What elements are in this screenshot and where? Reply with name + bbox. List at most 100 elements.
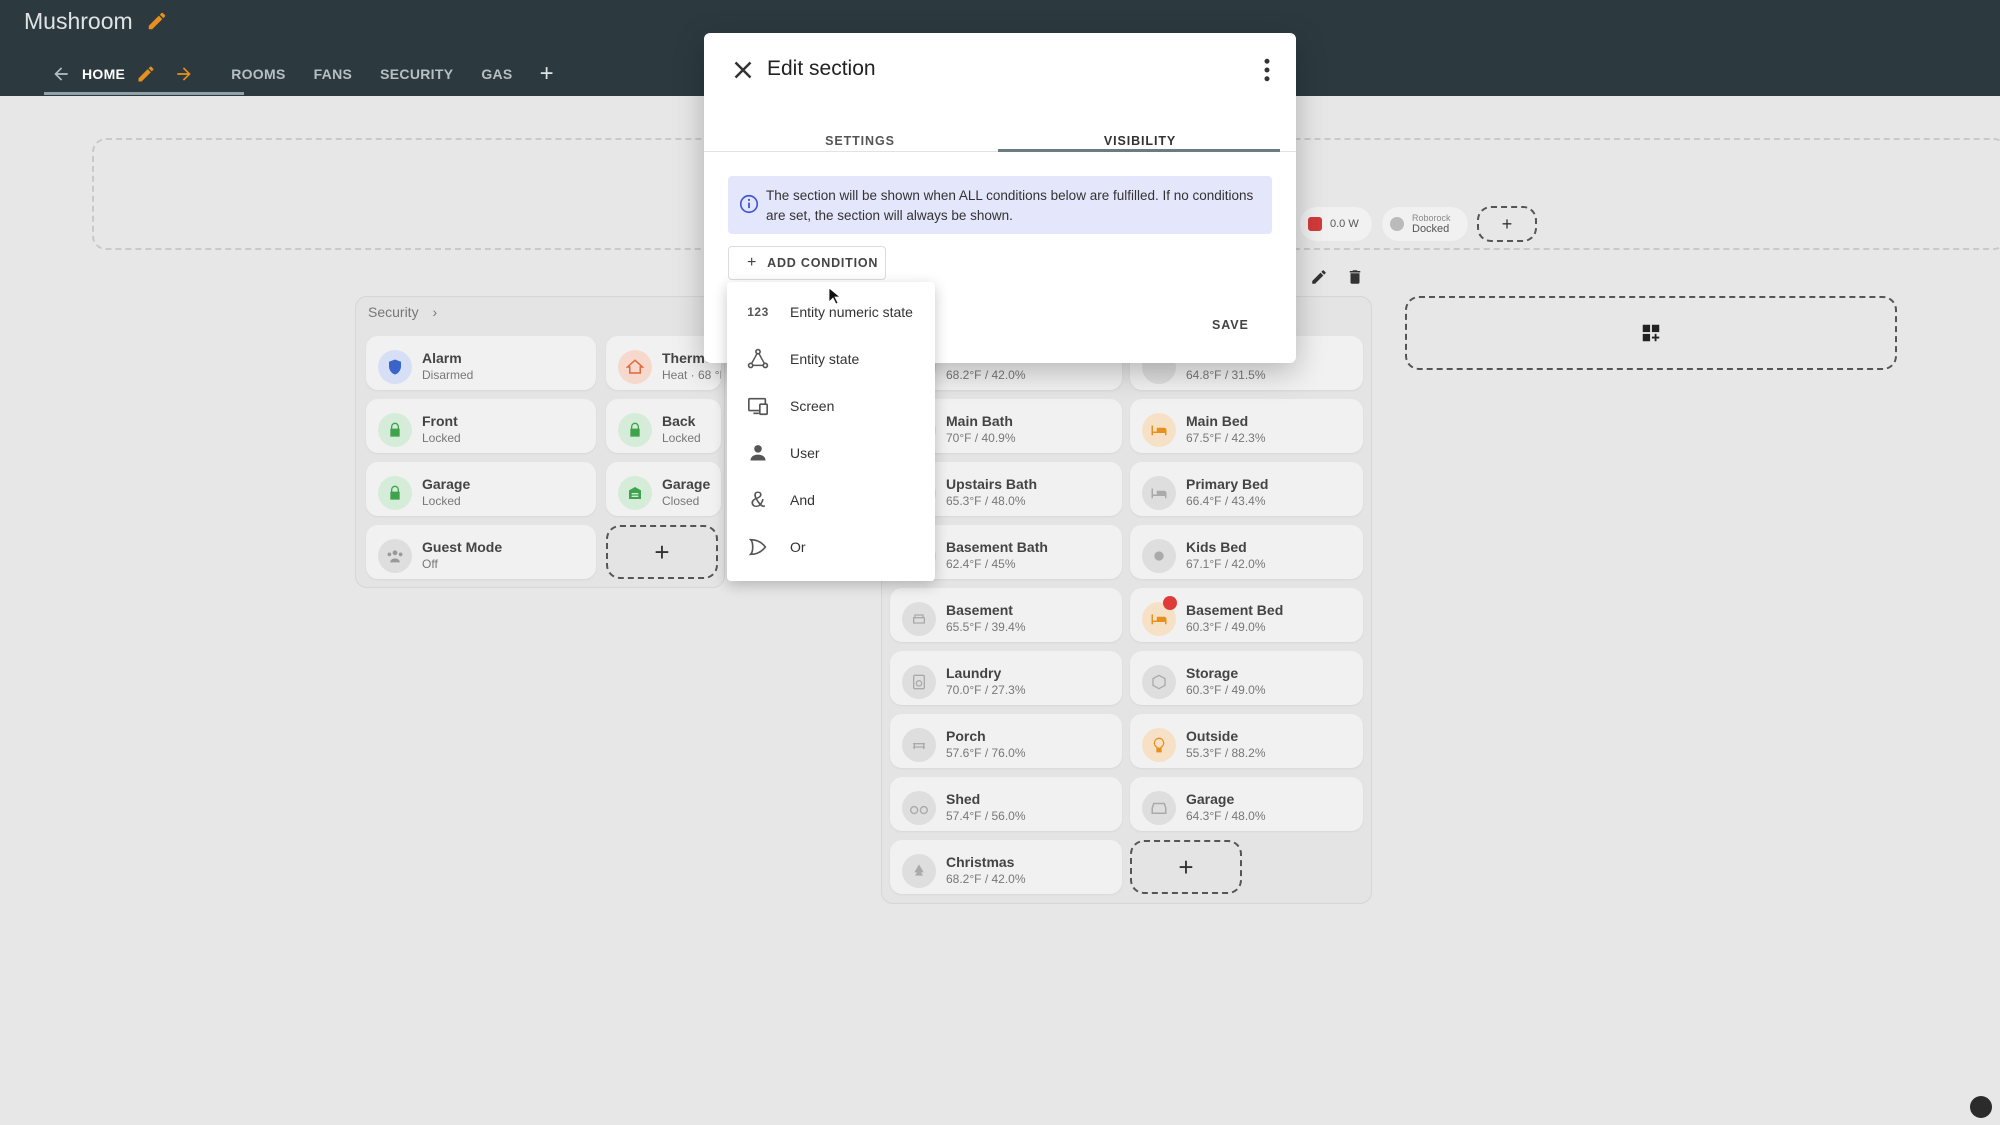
thermostat-value: Heat · 68 °F xyxy=(662,368,721,382)
security-section-heading[interactable]: Security › xyxy=(368,304,437,320)
section-delete-trash-icon[interactable] xyxy=(1346,268,1364,286)
menu-item-label: Entity numeric state xyxy=(790,303,913,320)
numeric-icon: 123 xyxy=(747,304,769,319)
garage-room-card[interactable]: Garage 64.3°F / 48.0% xyxy=(1130,777,1363,831)
storage-card[interactable]: Storage 60.3°F / 49.0% xyxy=(1130,651,1363,705)
tab-home[interactable]: HOME xyxy=(78,54,131,94)
save-button[interactable]: SAVE xyxy=(1212,318,1249,332)
power-chip-value: 0.0 W xyxy=(1330,218,1359,230)
vacuum-icon xyxy=(1390,217,1404,231)
menu-item-or[interactable]: Or xyxy=(727,523,935,570)
storage-name: Storage xyxy=(1186,665,1239,681)
alert-badge-icon xyxy=(1163,596,1177,610)
bed-icon xyxy=(1142,476,1176,510)
active-dialog-tab-indicator xyxy=(998,149,1280,152)
primary-bed-name: Primary Bed xyxy=(1186,476,1269,492)
menu-item-entity-state[interactable]: Entity state xyxy=(727,335,935,382)
state-graph-icon xyxy=(745,346,771,372)
dialog-title: Edit section xyxy=(767,57,876,80)
laundry-name: Laundry xyxy=(946,665,1002,681)
security-section-title: Security xyxy=(368,304,419,320)
menu-item-label: Entity state xyxy=(790,350,860,367)
garage-lock-card[interactable]: Garage Locked xyxy=(366,462,596,516)
menu-item-label: And xyxy=(790,491,815,508)
alarm-card[interactable]: Alarm Disarmed xyxy=(366,336,596,390)
vacuum-chip-line2: Docked xyxy=(1412,223,1450,235)
main-bath-name: Main Bath xyxy=(946,413,1013,429)
menu-item-screen[interactable]: Screen xyxy=(727,382,935,429)
outside-card[interactable]: Outside 55.3°F / 88.2% xyxy=(1130,714,1363,768)
basement-bed-value: 60.3°F / 49.0% xyxy=(1186,620,1266,634)
basement-bed-name: Basement Bed xyxy=(1186,602,1284,618)
tab-security[interactable]: SECURITY xyxy=(366,54,467,94)
create-section-button[interactable] xyxy=(1405,296,1897,370)
garage-door-card[interactable]: Garage Closed xyxy=(606,462,721,516)
gate-or-icon xyxy=(745,534,771,560)
front-value: Locked xyxy=(422,431,461,445)
lock-icon xyxy=(378,413,412,447)
front-lock-card[interactable]: Front Locked xyxy=(366,399,596,453)
main-bath-value: 70°F / 40.9% xyxy=(946,431,1016,445)
kids-bed-card[interactable]: Kids Bed 67.1°F / 42.0% xyxy=(1130,525,1363,579)
primary-bed-card[interactable]: Primary Bed 66.4°F / 43.4% xyxy=(1130,462,1363,516)
people-group-icon xyxy=(378,539,412,573)
menu-item-label: Screen xyxy=(790,397,835,414)
basement-bed-card[interactable]: Basement Bed 60.3°F / 49.0% xyxy=(1130,588,1363,642)
basement-bath-name: Basement Bath xyxy=(946,539,1048,555)
section-edit-pencil-icon[interactable] xyxy=(1310,268,1328,286)
tab-visibility[interactable]: VISIBILITY xyxy=(1000,121,1280,161)
garage-door-icon xyxy=(618,476,652,510)
close-icon[interactable] xyxy=(728,55,758,85)
tab-settings-label: SETTINGS xyxy=(825,134,895,148)
alarm-name: Alarm xyxy=(422,350,462,366)
outside-name: Outside xyxy=(1186,728,1239,744)
user-icon xyxy=(745,440,771,466)
menu-item-and[interactable]: & And xyxy=(727,476,935,523)
more-vert-icon[interactable] xyxy=(1252,55,1282,85)
laundry-card[interactable]: Laundry 70.0°F / 27.3% xyxy=(890,651,1122,705)
primary-bed-value: 66.4°F / 43.4% xyxy=(1186,494,1266,508)
tab-rooms-label: ROOMS xyxy=(231,66,286,82)
menu-item-user[interactable]: User xyxy=(727,429,935,476)
move-left-arrow-icon[interactable] xyxy=(44,54,78,94)
shed-card[interactable]: Shed 57.4°F / 56.0% xyxy=(890,777,1122,831)
guest-mode-card[interactable]: Guest Mode Off xyxy=(366,525,596,579)
christmas-card[interactable]: Christmas 68.2°F / 42.0% xyxy=(890,840,1122,894)
edit-view-pencil-icon[interactable] xyxy=(131,54,161,94)
kids-bed-value: 67.1°F / 42.0% xyxy=(1186,557,1266,571)
basement-value: 65.5°F / 39.4% xyxy=(946,620,1026,634)
move-right-arrow-icon[interactable] xyxy=(161,54,207,94)
basement-card[interactable]: Basement 65.5°F / 39.4% xyxy=(890,588,1122,642)
tab-gas[interactable]: GAS xyxy=(467,54,526,94)
vacuum-chip[interactable]: Roborock Docked xyxy=(1382,207,1468,241)
main-bed-card[interactable]: Main Bed 67.5°F / 42.3% xyxy=(1130,399,1363,453)
corner-status-icon[interactable] xyxy=(1970,1096,1992,1118)
view-tabs: HOME ROOMS FANS SECURITY GAS + xyxy=(44,54,567,94)
power-chip[interactable]: 0.0 W xyxy=(1300,207,1372,241)
front-name: Front xyxy=(422,413,458,429)
add-card-rooms-button[interactable]: + xyxy=(1130,840,1242,894)
tab-settings[interactable]: SETTINGS xyxy=(720,121,1000,161)
edit-title-pencil-icon[interactable] xyxy=(146,10,168,32)
box-icon xyxy=(1142,665,1176,699)
basement-bath-value: 62.4°F / 45% xyxy=(946,557,1016,571)
tab-rooms[interactable]: ROOMS xyxy=(217,54,299,94)
guest-mode-value: Off xyxy=(422,557,438,571)
condition-type-menu: 123 Entity numeric state Entity state Sc… xyxy=(727,282,935,581)
chevron-right-icon: › xyxy=(432,304,438,320)
add-badge-button[interactable]: + xyxy=(1477,206,1537,242)
active-tab-indicator xyxy=(44,92,244,95)
app-title: Mushroom xyxy=(24,8,133,34)
main-bed-name: Main Bed xyxy=(1186,413,1249,429)
garage-door-name: Garage xyxy=(662,476,711,492)
add-condition-button[interactable]: + ADD CONDITION xyxy=(728,246,886,280)
add-view-plus-icon[interactable]: + xyxy=(527,54,567,94)
tab-fans[interactable]: FANS xyxy=(300,54,367,94)
add-card-security-button[interactable]: + xyxy=(606,525,718,579)
back-lock-card[interactable]: Back Locked xyxy=(606,399,721,453)
add-condition-label: ADD CONDITION xyxy=(767,256,879,270)
info-text: The section will be shown when ALL condi… xyxy=(766,188,1254,223)
porch-card[interactable]: Porch 57.6°F / 76.0% xyxy=(890,714,1122,768)
lock-icon xyxy=(378,476,412,510)
upstairs-bath-name: Upstairs Bath xyxy=(946,476,1038,492)
